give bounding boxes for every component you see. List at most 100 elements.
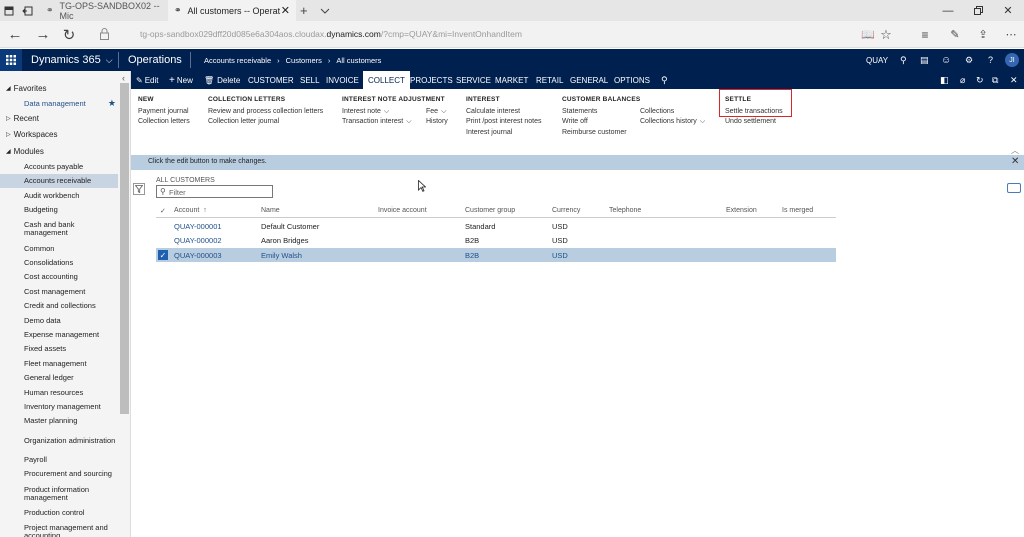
fee-dropdown[interactable]: Fee ⌵: [426, 108, 446, 116]
table-row-selected[interactable]: ✓ QUAY-000003 Emily Walsh B2B USD: [156, 248, 836, 262]
tab-service[interactable]: SERVICE: [456, 71, 491, 89]
undo-settlement-button[interactable]: Undo settlement: [725, 118, 776, 125]
sidebar-item-audit-workbench[interactable]: Audit workbench: [0, 189, 118, 203]
reimburse-customer-button[interactable]: Reimburse customer: [562, 129, 627, 136]
breadcrumb-item[interactable]: Customers: [286, 56, 322, 65]
history-button[interactable]: History: [426, 118, 448, 125]
table-row[interactable]: QUAY-000001 Default Customer Standard US…: [156, 219, 836, 233]
sidebar-item-accounts-payable[interactable]: Accounts payable: [0, 160, 118, 174]
sidebar-item-procurement-and-sourcing[interactable]: Procurement and sourcing: [0, 467, 118, 481]
nav-scrollbar[interactable]: [120, 83, 129, 414]
open-new-window-icon[interactable]: ⧉: [992, 71, 998, 89]
tab-general[interactable]: GENERAL: [570, 71, 608, 89]
interest-note-dropdown[interactable]: Interest note ⌵: [342, 108, 389, 116]
favorites-header[interactable]: ◢ Favorites: [6, 84, 47, 93]
app-name[interactable]: Dynamics 365 ⌵: [31, 49, 113, 71]
module-name[interactable]: Operations: [128, 49, 182, 71]
interest-journal-button[interactable]: Interest journal: [466, 129, 512, 136]
url-field[interactable]: tg-ops-sandbox029dff20d085e6a304aos.clou…: [140, 29, 522, 39]
filter-pane-icon[interactable]: [133, 183, 145, 195]
gear-icon[interactable]: ⚙: [965, 49, 973, 71]
column-header-telephone[interactable]: Telephone: [609, 207, 641, 214]
column-header-customer-group[interactable]: Customer group: [465, 207, 515, 214]
more-icon[interactable]: ⋯: [998, 21, 1024, 48]
sidebar-item-accounts-receivable[interactable]: Accounts receivable: [0, 174, 118, 188]
feedback-smiley-icon[interactable]: ☺: [941, 49, 951, 71]
sidebar-item-project-management[interactable]: Project management and accounting: [0, 521, 118, 537]
row-checkbox-checked-icon[interactable]: ✓: [158, 250, 168, 260]
tab-sell[interactable]: SELL: [300, 71, 320, 89]
filter-input[interactable]: ⚲ Filter: [156, 185, 273, 198]
column-header-account[interactable]: Account ↑: [174, 207, 207, 214]
fact-box-icon[interactable]: [1007, 183, 1021, 193]
edit-button[interactable]: ✎ Edit: [136, 71, 159, 89]
new-tab-icon[interactable]: +: [300, 0, 316, 21]
transaction-interest-dropdown[interactable]: Transaction interest ⌵: [342, 118, 412, 126]
modules-header[interactable]: ◢ Modules: [6, 147, 44, 156]
refresh-icon[interactable]: ↻: [56, 21, 82, 48]
sidebar-item-fleet-management[interactable]: Fleet management: [0, 357, 118, 371]
tab-market[interactable]: MARKET: [495, 71, 528, 89]
share-icon[interactable]: ⇪: [970, 21, 996, 48]
chevron-down-icon[interactable]: [320, 0, 336, 21]
calculate-interest-button[interactable]: Calculate interest: [466, 108, 520, 115]
delete-button[interactable]: 🗑 Delete: [204, 71, 240, 89]
statements-button[interactable]: Statements: [562, 108, 597, 115]
breadcrumb-item[interactable]: Accounts receivable: [204, 56, 271, 65]
column-header-is-merged[interactable]: Is merged: [782, 207, 813, 214]
sidebar-item-product-information-management[interactable]: Product information management: [0, 483, 118, 505]
message-icon[interactable]: ▤: [920, 49, 929, 71]
forward-arrow-icon[interactable]: →: [30, 21, 56, 48]
favorite-item-data-management[interactable]: Data management ★: [0, 97, 118, 111]
tab-sandbox[interactable]: ⚭ TG-OPS-SANDBOX02 -- Mic: [40, 0, 168, 21]
favorite-star-icon[interactable]: ☆: [873, 21, 899, 48]
collapse-pane-icon[interactable]: ‹: [122, 73, 125, 83]
refresh-icon[interactable]: ↻: [976, 71, 984, 89]
back-arrow-icon[interactable]: ←: [2, 21, 28, 48]
account-cell[interactable]: QUAY-000001: [174, 222, 222, 231]
tab-options[interactable]: OPTIONS: [614, 71, 650, 89]
help-icon[interactable]: ?: [988, 49, 993, 71]
collections-history-dropdown[interactable]: Collections history ⌵: [640, 118, 705, 126]
tab-collect[interactable]: COLLECT: [363, 71, 410, 89]
new-button[interactable]: + New: [169, 71, 193, 89]
account-cell[interactable]: QUAY-000003: [174, 251, 222, 260]
attachment-icon[interactable]: ⌀: [960, 71, 965, 89]
close-tab-icon[interactable]: ✕: [281, 4, 290, 17]
tab-actions-icon[interactable]: [4, 0, 18, 21]
dismiss-message-icon[interactable]: ✕: [1011, 156, 1019, 167]
close-page-icon[interactable]: ✕: [1010, 71, 1018, 89]
column-header-invoice-account[interactable]: Invoice account: [378, 207, 427, 214]
account-cell[interactable]: QUAY-000002: [174, 236, 222, 245]
review-collection-letters-button[interactable]: Review and process collection letters: [208, 108, 323, 115]
select-all-checkmark-icon[interactable]: ✓: [160, 207, 166, 215]
app-launcher-icon[interactable]: [0, 49, 22, 71]
column-header-name[interactable]: Name: [261, 207, 280, 214]
recent-header[interactable]: ▷ Recent: [6, 114, 39, 123]
tab-customer[interactable]: CUSTOMER: [248, 71, 294, 89]
write-off-button[interactable]: Write off: [562, 118, 588, 125]
office-icon[interactable]: ◧: [940, 71, 949, 89]
table-row[interactable]: QUAY-000002 Aaron Bridges B2B USD: [156, 233, 836, 247]
minimize-icon[interactable]: —: [933, 0, 963, 21]
tab-all-customers[interactable]: ⚭ All customers -- Operat ✕: [168, 0, 296, 21]
sidebar-item-budgeting[interactable]: Budgeting: [0, 203, 118, 217]
sidebar-item-master-planning[interactable]: Master planning: [0, 414, 118, 428]
sidebar-item-cash-and-bank[interactable]: Cash and bank management: [0, 218, 118, 240]
sidebar-item-fixed-assets[interactable]: Fixed assets: [0, 342, 118, 356]
sidebar-item-cost-management[interactable]: Cost management: [0, 285, 118, 299]
breadcrumb-item[interactable]: All customers: [336, 56, 381, 65]
tab-retail[interactable]: RETAIL: [536, 71, 563, 89]
sidebar-item-expense-management[interactable]: Expense management: [0, 328, 118, 342]
restore-icon[interactable]: [963, 0, 993, 21]
workspaces-header[interactable]: ▷ Workspaces: [6, 130, 58, 139]
column-header-currency[interactable]: Currency: [552, 207, 580, 214]
collection-letter-journal-button[interactable]: Collection letter journal: [208, 118, 279, 125]
sidebar-item-production-control[interactable]: Production control: [0, 506, 118, 520]
sidebar-item-consolidations[interactable]: Consolidations: [0, 256, 118, 270]
sidebar-item-demo-data[interactable]: Demo data: [0, 314, 118, 328]
column-header-extension[interactable]: Extension: [726, 207, 757, 214]
tab-invoice[interactable]: INVOICE: [326, 71, 359, 89]
sidebar-item-general-ledger[interactable]: General ledger: [0, 371, 118, 385]
collection-letters-button[interactable]: Collection letters: [138, 118, 190, 125]
